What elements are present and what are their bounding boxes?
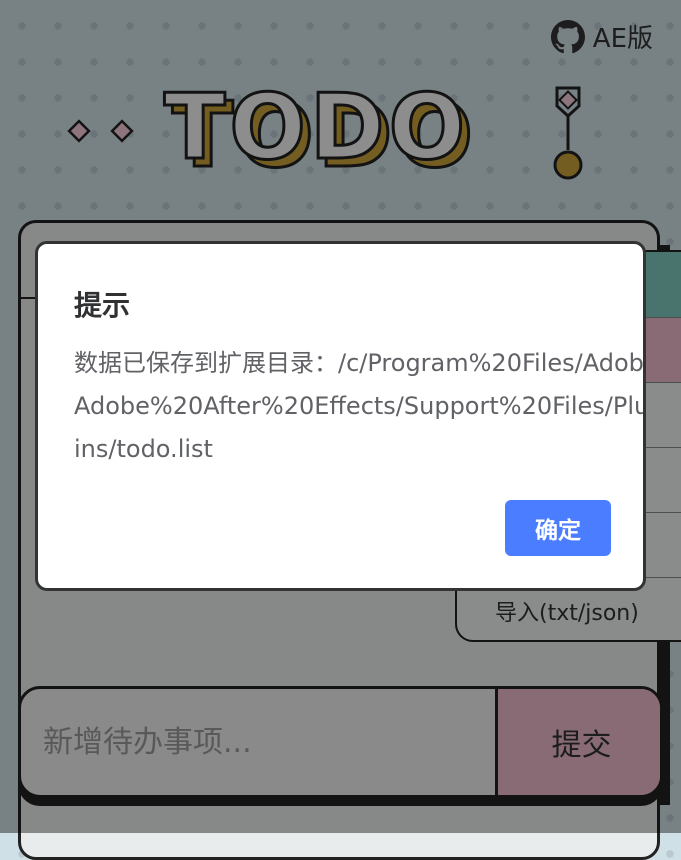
dialog-title: 提示 [74, 289, 131, 322]
confirm-button[interactable]: 确定 [505, 500, 611, 556]
alert-dialog: 提示 数据已保存到扩展目录：/c/Program%20Files/Adobe/A… [35, 241, 646, 591]
dialog-message: 数据已保存到扩展目录：/c/Program%20Files/Adobe/Adob… [74, 349, 646, 463]
